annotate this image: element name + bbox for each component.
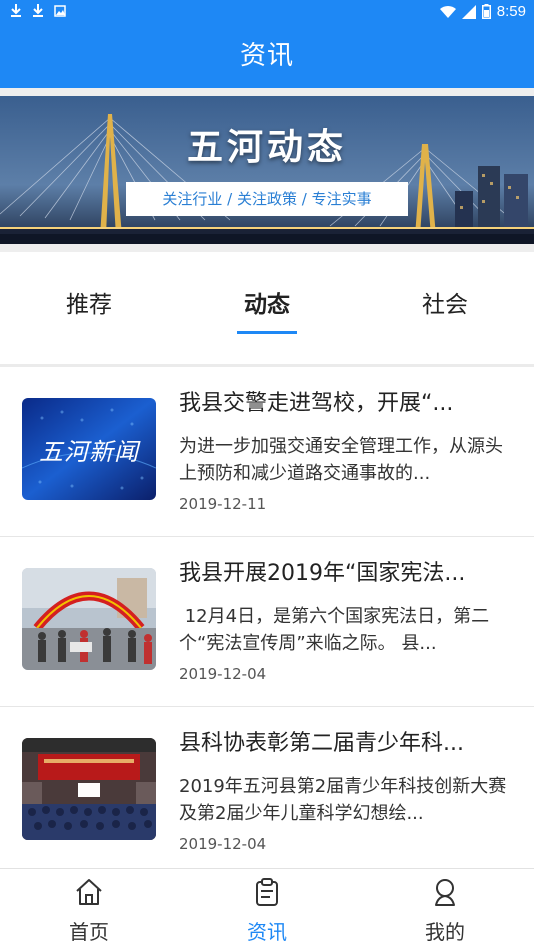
news-summary: 为进一步加强交通安全管理工作，从源头上预防和减少道路交通事故的...: [179, 436, 503, 484]
bottom-navigation: 首页 资讯 我的: [0, 868, 534, 950]
nav-profile[interactable]: 我的: [356, 869, 534, 950]
nav-label: 我的: [425, 920, 465, 944]
list-item[interactable]: 五河新闻 我县交警走进驾校，开展“... 为进一步加强交通安全管理工作，从源头上…: [0, 367, 534, 537]
news-thumbnail: [22, 738, 156, 840]
constitution-day-event-image: [22, 568, 156, 670]
news-date: 2019-12-11: [179, 495, 267, 513]
news-date: 2019-12-04: [179, 665, 267, 683]
tab-news-dynamic[interactable]: 动态: [178, 252, 356, 364]
list-item[interactable]: 县科协表彰第二届青少年科... 2019年五河县第2届青少年科技创新大赛及第2届…: [0, 707, 534, 867]
news-title: 我县交警走进驾校，开展“...: [179, 391, 454, 416]
nav-label: 首页: [69, 920, 109, 944]
award-ceremony-image: [22, 738, 156, 840]
image-icon: [54, 5, 66, 17]
status-system: 8:59: [439, 3, 526, 20]
news-thumbnail: [22, 568, 156, 670]
status-bar: 8:59: [0, 0, 534, 24]
status-notifications: [10, 4, 66, 18]
banner-title: 五河动态: [186, 126, 347, 168]
nav-label: 资讯: [247, 920, 287, 944]
download-icon: [33, 4, 43, 17]
banner-carousel[interactable]: 五河动态 关注行业 / 关注政策 / 专注实事: [0, 96, 534, 244]
tab-label: 动态: [244, 292, 290, 318]
battery-icon: [481, 4, 491, 19]
tab-label: 社会: [422, 292, 468, 318]
tab-society[interactable]: 社会: [356, 252, 534, 364]
banner-subtitle: 关注行业 / 关注政策 / 专注实事: [126, 182, 408, 216]
tab-label: 推荐: [66, 292, 112, 318]
tab-recommend[interactable]: 推荐: [0, 252, 178, 364]
news-date: 2019-12-04: [179, 835, 267, 853]
page-title: 资讯: [239, 41, 294, 71]
status-time: 8:59: [496, 3, 526, 20]
news-clipboard-icon: [256, 878, 278, 906]
nav-news[interactable]: 资讯: [178, 869, 356, 950]
news-summary: 12月4日，是第六个国家宪法日，第二个“宪法宣传周”来临之际。 县...: [179, 606, 490, 654]
wifi-icon: [439, 5, 456, 18]
news-title: 我县开展2019年“国家宪法...: [179, 561, 466, 586]
active-tab-indicator: [237, 331, 297, 334]
category-tabs: 推荐 动态 社会: [0, 252, 534, 364]
home-icon: [76, 879, 102, 905]
news-thumbnail: 五河新闻: [22, 398, 156, 500]
app-bar: 资讯: [0, 24, 534, 88]
news-summary: 2019年五河县第2届青少年科技创新大赛及第2届少年儿童科学幻想绘...: [179, 776, 507, 824]
download-icon: [11, 4, 21, 17]
news-list[interactable]: 五河新闻 我县交警走进驾校，开展“... 为进一步加强交通安全管理工作，从源头上…: [0, 367, 534, 867]
profile-icon: [435, 879, 455, 906]
signal-icon: [461, 4, 476, 19]
list-item[interactable]: 我县开展2019年“国家宪法... 12月4日，是第六个国家宪法日，第二个“宪法…: [0, 537, 534, 707]
nav-home[interactable]: 首页: [0, 869, 178, 950]
news-title: 县科协表彰第二届青少年科...: [179, 731, 464, 756]
banner-container: 五河动态 关注行业 / 关注政策 / 专注实事: [0, 88, 534, 252]
news-thumbnail-text: 五河新闻: [39, 438, 139, 466]
